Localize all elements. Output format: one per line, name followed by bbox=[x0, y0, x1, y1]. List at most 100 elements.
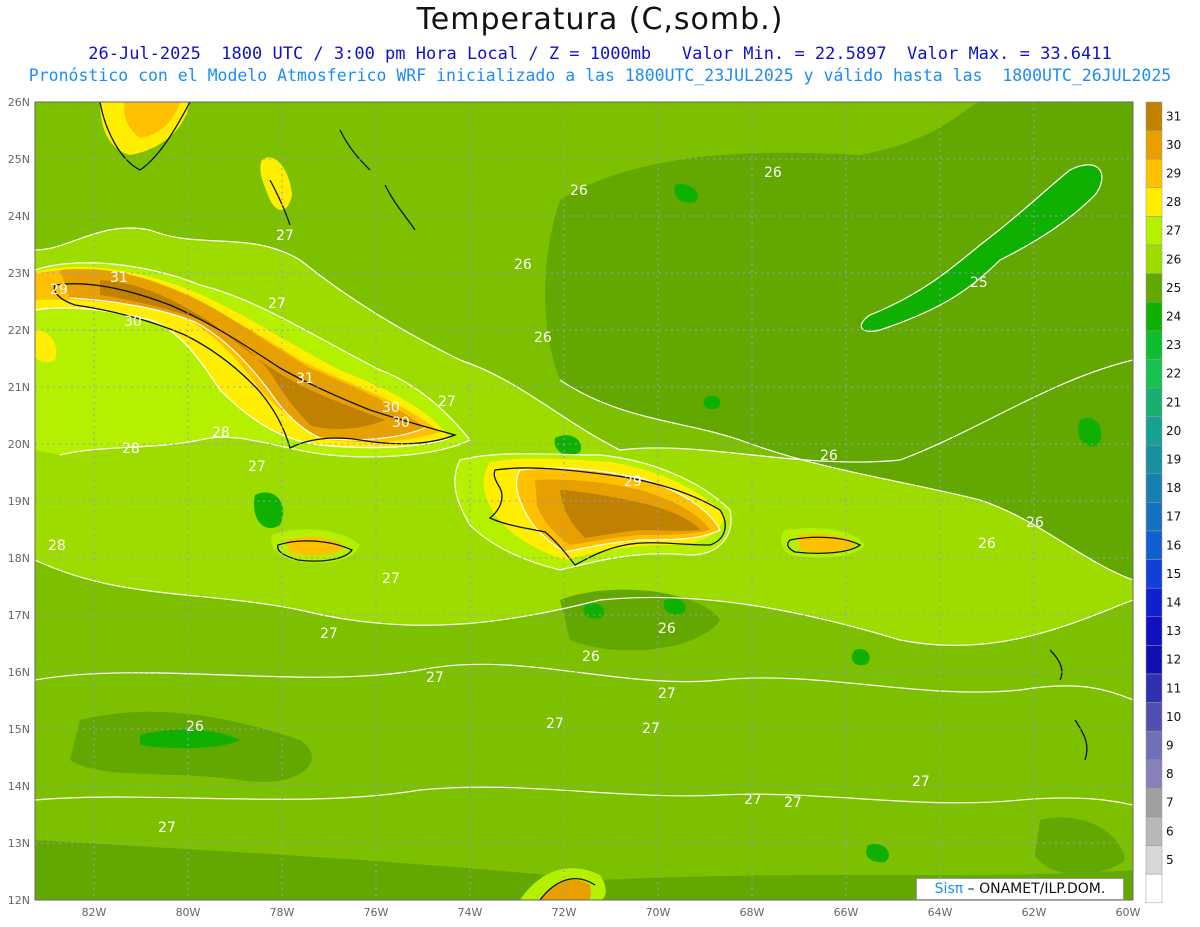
colorbar-label: 11 bbox=[1166, 681, 1181, 695]
colorbar-swatch bbox=[1145, 559, 1163, 589]
lon-tick-label: 66W bbox=[834, 906, 859, 919]
colorbar-swatch bbox=[1145, 301, 1163, 332]
contour-value-label: 29 bbox=[624, 474, 642, 490]
contour-value-label: 28 bbox=[48, 538, 66, 554]
colorbar-swatch bbox=[1145, 330, 1163, 360]
colorbar-swatch bbox=[1145, 473, 1163, 503]
colorbar-swatch bbox=[1145, 416, 1163, 446]
credit-brand: Sisπ bbox=[934, 881, 964, 897]
colorbar-swatch bbox=[1145, 702, 1163, 732]
lat-tick-label: 16N bbox=[8, 666, 30, 679]
contour-value-label: 26 bbox=[764, 165, 782, 181]
colorbar-swatch bbox=[1145, 788, 1163, 818]
contour-value-label: 27 bbox=[158, 820, 176, 836]
colorbar-label: 27 bbox=[1166, 224, 1181, 238]
colorbar-swatch bbox=[1145, 444, 1163, 475]
colorbar-label: 30 bbox=[1166, 138, 1181, 152]
colorbar-swatch bbox=[1145, 387, 1163, 417]
contour-value-label: 25 bbox=[970, 275, 988, 291]
colorbar-label: 26 bbox=[1166, 252, 1181, 266]
colorbar-swatch bbox=[1145, 130, 1163, 160]
lon-tick-label: 76W bbox=[364, 906, 389, 919]
colorbar-swatch bbox=[1145, 359, 1163, 389]
contour-value-label: 27 bbox=[276, 228, 294, 244]
contour-value-label: 27 bbox=[426, 670, 444, 686]
colorbar-swatch bbox=[1145, 273, 1163, 303]
colorbar-swatch bbox=[1145, 873, 1163, 904]
colorbar-label: 20 bbox=[1166, 424, 1181, 438]
colorbar-swatch bbox=[1145, 101, 1163, 131]
colorbar-label: 22 bbox=[1166, 367, 1181, 381]
colorbar-label: 9 bbox=[1166, 739, 1174, 753]
colorbar-label: 16 bbox=[1166, 538, 1181, 552]
colorbar-swatch bbox=[1145, 244, 1163, 274]
colorbar-swatch bbox=[1145, 216, 1163, 246]
contour-value-label: 28 bbox=[212, 425, 230, 441]
lat-tick-label: 12N bbox=[8, 894, 30, 907]
contour-value-label: 27 bbox=[438, 394, 456, 410]
lon-tick-label: 70W bbox=[646, 906, 671, 919]
contour-value-label: 31 bbox=[296, 371, 314, 387]
colorbar-label: 6 bbox=[1166, 824, 1174, 838]
contour-value-label: 27 bbox=[642, 721, 660, 737]
contour-value-label: 26 bbox=[514, 257, 532, 273]
lat-tick-label: 14N bbox=[8, 780, 30, 793]
contour-value-label: 30 bbox=[124, 314, 142, 330]
contour-value-label: 26 bbox=[978, 536, 996, 552]
colorbar-swatch bbox=[1145, 530, 1163, 560]
contour-value-label: 26 bbox=[582, 649, 600, 665]
colorbar-label: 28 bbox=[1166, 195, 1181, 209]
lat-tick-label: 18N bbox=[8, 552, 30, 565]
contour-value-label: 30 bbox=[382, 400, 400, 416]
colorbar-swatch bbox=[1145, 759, 1163, 789]
contour-value-label: 30 bbox=[392, 415, 410, 431]
colorbar-label: 25 bbox=[1166, 281, 1181, 295]
lat-tick-label: 19N bbox=[8, 495, 30, 508]
lat-tick-label: 17N bbox=[8, 609, 30, 622]
colorbar-label: 29 bbox=[1166, 167, 1181, 181]
latitude-axis: 26N 25N 24N 23N 22N 21N 20N 19N 18N 17N … bbox=[8, 96, 30, 907]
colorbar-label: 5 bbox=[1166, 853, 1174, 867]
contour-value-label: 26 bbox=[570, 183, 588, 199]
lon-tick-label: 72W bbox=[552, 906, 577, 919]
colorbar-label: 15 bbox=[1166, 567, 1181, 581]
lon-tick-label: 78W bbox=[270, 906, 295, 919]
lon-tick-label: 68W bbox=[740, 906, 765, 919]
credit-text: – ONAMET/ILP.DOM. bbox=[963, 881, 1106, 897]
contour-value-label: 27 bbox=[320, 626, 338, 642]
lat-tick-label: 21N bbox=[8, 381, 30, 394]
colorbar-label: 7 bbox=[1166, 796, 1174, 810]
lon-tick-label: 60W bbox=[1116, 906, 1141, 919]
contour-value-label: 26 bbox=[1026, 515, 1044, 531]
lon-tick-label: 74W bbox=[458, 906, 483, 919]
contour-value-label: 28 bbox=[122, 441, 140, 457]
colorbar-label: 17 bbox=[1166, 510, 1181, 524]
contour-value-label: 26 bbox=[658, 621, 676, 637]
lat-tick-label: 13N bbox=[8, 837, 30, 850]
colorbar-swatch bbox=[1145, 845, 1163, 875]
longitude-axis: 82W 80W 78W 76W 74W 72W 70W 68W 66W 64W … bbox=[82, 906, 1141, 919]
contour-value-label: 26 bbox=[186, 719, 204, 735]
contour-value-label: 27 bbox=[912, 774, 930, 790]
colorbar-swatch bbox=[1145, 187, 1163, 217]
colorbar-swatch bbox=[1145, 616, 1163, 646]
contour-value-label: 27 bbox=[546, 716, 564, 732]
colorbar-label: 12 bbox=[1166, 653, 1181, 667]
colorbar-label: 13 bbox=[1166, 624, 1181, 638]
colorbar-label: 24 bbox=[1166, 310, 1181, 324]
colorbar-legend: 31 30 29 28 27 26 25 24 23 22 21 20 19 18 17 16 15 14 13 12… bbox=[1145, 101, 1181, 904]
contour-value-label: 27 bbox=[658, 686, 676, 702]
lon-tick-label: 64W bbox=[928, 906, 953, 919]
credit-box: Sisπ – ONAMET/ILP.DOM. bbox=[916, 878, 1124, 900]
lat-tick-label: 15N bbox=[8, 723, 30, 736]
temperature-field bbox=[35, 102, 1133, 900]
colorbar-swatch bbox=[1145, 673, 1163, 703]
colorbar-swatch bbox=[1145, 502, 1163, 532]
lon-tick-label: 80W bbox=[176, 906, 201, 919]
field-24-blob-c bbox=[703, 395, 721, 410]
lat-tick-label: 22N bbox=[8, 324, 30, 337]
colorbar-swatch bbox=[1145, 158, 1163, 189]
colorbar-label: 21 bbox=[1166, 395, 1181, 409]
contour-value-label: 27 bbox=[784, 795, 802, 811]
colorbar-swatch bbox=[1145, 730, 1163, 761]
